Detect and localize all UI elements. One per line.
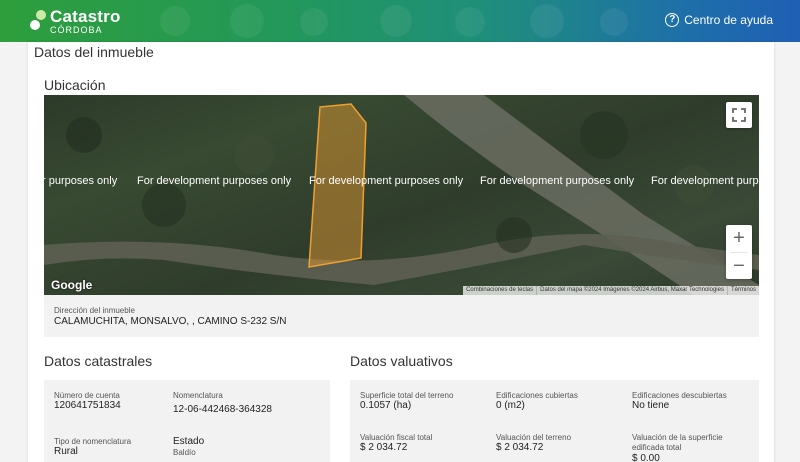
- account-label: Número de cuenta: [54, 391, 120, 400]
- account-value: 120641751834: [54, 400, 121, 411]
- built-valuation-label-line2: edificada total: [632, 443, 682, 452]
- map-watermark: r purposes only For development purposes…: [44, 175, 759, 189]
- header-decoration: [380, 5, 412, 37]
- header-decoration: [230, 4, 264, 38]
- logo-subtitle: CÓRDOBA: [50, 25, 103, 35]
- uncovered-buildings-value: No tiene: [632, 400, 670, 411]
- top-header: Catastro CÓRDOBA ? Centro de ayuda: [0, 0, 800, 42]
- built-valuation-value: $ 0.00: [632, 453, 660, 462]
- nomenclature-value: 12-06-442468-364328: [173, 404, 272, 415]
- nomenclature-type-label: Tipo de nomenclatura: [54, 437, 132, 446]
- uncovered-buildings-label: Edificaciones descubiertas: [632, 391, 727, 400]
- land-valuation-value: $ 2 034.72: [496, 442, 544, 453]
- header-decoration: [455, 7, 485, 37]
- zoom-controls: + −: [726, 225, 752, 279]
- terms-link[interactable]: Términos: [726, 286, 759, 295]
- address-panel: Dirección del inmueble CALAMUCHITA, MONS…: [44, 295, 759, 337]
- map-data-credit: Datos del mapa ©2024 Imágenes ©2024 Airb…: [536, 286, 727, 295]
- catastro-logo[interactable]: Catastro CÓRDOBA: [30, 8, 121, 35]
- address-label: Dirección del inmueble: [54, 306, 135, 315]
- valuation-panel: Superficie total del terreno 0.1057 (ha)…: [350, 380, 759, 462]
- land-valuation-label: Valuación del terreno: [496, 433, 572, 442]
- map-terrain: [44, 95, 759, 295]
- zoom-out-button[interactable]: −: [726, 253, 752, 280]
- help-center-link[interactable]: ? Centro de ayuda: [665, 13, 773, 27]
- covered-buildings-value: 0 (m2): [496, 400, 525, 411]
- map-attribution: Combinaciones de teclas Datos del mapa ©…: [463, 286, 759, 295]
- keyboard-shortcuts-link[interactable]: Combinaciones de teclas: [463, 286, 536, 295]
- watermark-text: For development purposes only: [651, 175, 759, 187]
- built-valuation-label-line1: Valuación de la superficie: [632, 433, 723, 442]
- header-decoration: [300, 8, 328, 36]
- covered-buildings-label: Edificaciones cubiertas: [496, 391, 578, 400]
- state-label: Estado: [173, 436, 205, 447]
- fiscal-valuation-label: Valuación fiscal total: [360, 433, 433, 442]
- watermark-text: For development purposes only: [309, 175, 464, 187]
- header-decoration: [160, 6, 190, 36]
- total-area-label: Superficie total del terreno: [360, 391, 454, 400]
- fiscal-valuation-value: $ 2 034.72: [360, 442, 408, 453]
- address-value: CALAMUCHITA, MONSALVO, , CAMINO S-232 S/…: [54, 316, 287, 327]
- watermark-text: For development purposes only: [480, 175, 635, 187]
- fullscreen-icon: [732, 108, 746, 122]
- google-logo: Google: [51, 278, 93, 292]
- header-decoration: [600, 8, 628, 36]
- help-center-label: Centro de ayuda: [684, 13, 773, 27]
- cadastral-panel: Número de cuenta 120641751834 Nomenclatu…: [44, 380, 330, 462]
- watermark-text: r purposes only: [44, 175, 118, 187]
- watermark-text: For development purposes only: [137, 175, 292, 187]
- header-decoration: [530, 4, 564, 38]
- fullscreen-button[interactable]: [726, 102, 752, 128]
- valuation-title: Datos valuativos: [350, 353, 453, 369]
- logo-icon: [30, 10, 46, 32]
- state-value: Baldío: [173, 448, 196, 457]
- question-icon: ?: [665, 13, 680, 27]
- property-card: Datos del inmueble Ubicación r purposes …: [28, 42, 774, 462]
- satellite-map[interactable]: r purposes only For development purposes…: [44, 95, 759, 295]
- total-area-value: 0.1057 (ha): [360, 400, 412, 411]
- logo-title: Catastro: [50, 7, 121, 26]
- zoom-in-button[interactable]: +: [726, 225, 752, 252]
- cadastral-title: Datos catastrales: [44, 353, 153, 369]
- page-title: Datos del inmueble: [34, 44, 154, 60]
- location-title: Ubicación: [44, 77, 106, 93]
- nomenclature-label: Nomenclatura: [173, 391, 223, 400]
- nomenclature-type-value: Rural: [54, 446, 78, 457]
